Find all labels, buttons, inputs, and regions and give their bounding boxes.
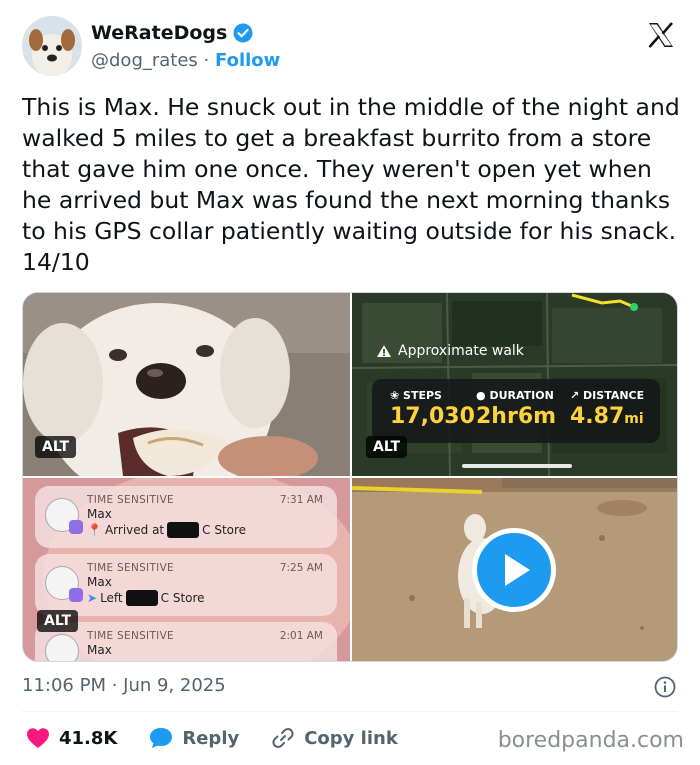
notification-title: Max (87, 643, 112, 657)
map-screenshot[interactable]: Approximate walk ❀ STEPS 17,030 ● DURATI… (352, 293, 677, 476)
reply-label: Reply (182, 727, 240, 749)
tweet-timestamp[interactable]: 11:06 PM · Jun 9, 2025 (22, 675, 226, 696)
walk-title-text: Approximate walk (398, 343, 524, 359)
x-logo-icon[interactable] (646, 20, 676, 50)
alt-badge[interactable]: ALT (37, 610, 78, 632)
tweet-header: WeRateDogs @dog_rates · Follow (22, 16, 678, 78)
video-thumbnail[interactable] (352, 478, 677, 661)
tweet-text: This is Max. He snuck out in the middle … (22, 93, 680, 276)
warning-icon (377, 345, 391, 357)
duration-value: 2hr6m (476, 404, 557, 429)
app-badge-icon (69, 520, 83, 534)
dog-app-icon (45, 634, 79, 661)
distance-arrow-icon: ↗ (570, 389, 584, 402)
notification-card[interactable]: TIME SENSITIVE 7:31 AM Max 📍 Arrived at … (35, 486, 337, 548)
notification-tag: TIME SENSITIVE (87, 494, 174, 506)
redaction-mark (125, 590, 158, 606)
steps-label: STEPS (403, 389, 442, 402)
notification-body: 📍 Arrived at C Store (87, 522, 246, 538)
notification-title: Max (87, 575, 112, 589)
play-icon (505, 554, 530, 586)
play-button[interactable] (472, 528, 556, 612)
clock-icon: ● (476, 389, 490, 402)
notification-tag: TIME SENSITIVE (87, 630, 174, 642)
notification-tag: TIME SENSITIVE (87, 562, 174, 574)
heart-icon (27, 728, 49, 748)
distance-value: 4.87 (570, 404, 625, 429)
app-badge-icon (69, 588, 83, 602)
redaction-mark (167, 522, 200, 538)
notification-time: 7:31 AM (279, 494, 323, 506)
notification-body-prefix: Left (100, 591, 123, 605)
dog-photo[interactable]: ALT (23, 293, 350, 476)
notification-body-suffix: C Store (202, 523, 247, 537)
duration-stat: ● DURATION 2hr6m (476, 389, 556, 429)
notification-body-prefix: Arrived at (104, 523, 165, 537)
alt-badge[interactable]: ALT (366, 436, 407, 458)
reply-button[interactable]: Reply (149, 727, 239, 749)
like-count: 41.8K (59, 727, 118, 749)
walk-title: Approximate walk (376, 343, 524, 359)
walk-stats-card: ❀ STEPS 17,030 ● DURATION 2hr6m ↗ DISTAN… (372, 379, 660, 443)
info-icon[interactable] (654, 676, 676, 698)
paw-icon: ❀ (390, 389, 404, 402)
notification-card[interactable]: TIME SENSITIVE 7:25 AM Max ➤ Left C Stor… (35, 554, 337, 616)
distance-stat: ↗ DISTANCE 4.87mi (570, 389, 644, 429)
link-icon (272, 728, 294, 748)
follow-button[interactable]: Follow (215, 50, 280, 71)
notification-time: 7:25 AM (279, 562, 323, 574)
distance-label: DISTANCE (583, 389, 645, 402)
verified-badge-icon (233, 23, 253, 43)
tweet-actions: 41.8K Reply Copy link (26, 726, 430, 750)
divider (22, 711, 678, 712)
handle[interactable]: @dog_rates (91, 50, 198, 71)
handle-separator: · (203, 50, 210, 71)
source-watermark: boredpanda.com (497, 728, 684, 753)
like-button[interactable]: 41.8K (26, 727, 117, 749)
media-grid: ALT Approximate walk ❀ STEPS 17,030 ● DU… (22, 292, 678, 662)
notification-body-suffix: C Store (160, 591, 205, 605)
notification-title: Max (87, 507, 112, 521)
notifications-screenshot[interactable]: TIME SENSITIVE 7:31 AM Max 📍 Arrived at … (23, 478, 350, 661)
arrow-icon: ➤ (87, 591, 98, 605)
notification-time: 2:01 AM (279, 630, 323, 642)
steps-stat: ❀ STEPS 17,030 (390, 389, 475, 429)
map-scroll-indicator (462, 464, 572, 468)
pin-icon: 📍 (87, 523, 102, 537)
duration-label: DURATION (489, 389, 554, 402)
notification-card[interactable]: TIME SENSITIVE 2:01 AM Max (35, 622, 337, 661)
steps-value: 17,030 (390, 404, 475, 429)
dog-avatar[interactable] (22, 16, 82, 76)
alt-badge[interactable]: ALT (35, 436, 76, 458)
display-name[interactable]: WeRateDogs (91, 22, 227, 44)
reply-bubble-icon (150, 728, 173, 748)
distance-unit: mi (624, 411, 644, 427)
notification-body: ➤ Left C Store (87, 590, 205, 606)
copy-link-label: Copy link (304, 727, 398, 749)
copy-link-button[interactable]: Copy link (271, 726, 398, 750)
